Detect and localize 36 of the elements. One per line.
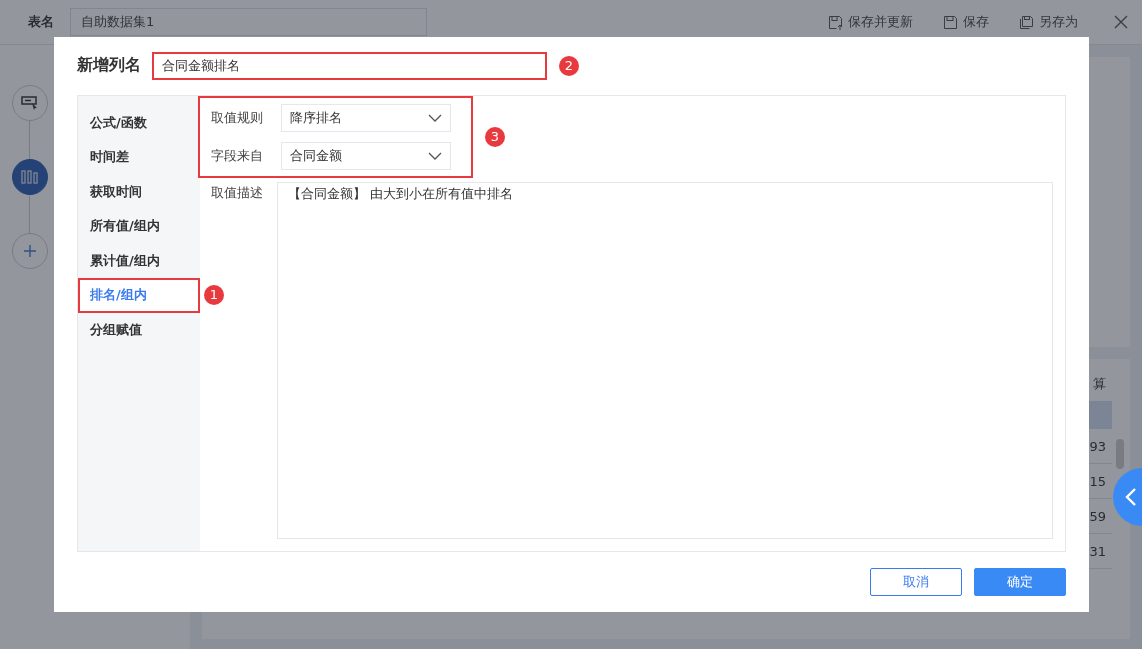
step-badge: 1 [204,285,224,306]
columns-icon [20,168,40,186]
table-name-field[interactable]: 自助数据集1 [70,8,427,36]
close-icon[interactable] [1114,15,1128,29]
category-item[interactable]: 公式/函数 [78,105,200,141]
category-item[interactable]: 累计值/组内 [78,243,200,279]
save-as-icon [1019,14,1034,30]
chevron-down-icon [428,151,442,160]
field-label: 取值描述 [211,183,264,202]
chevron-left-icon [1125,487,1137,507]
table-name-label: 表名 [28,13,54,31]
scrollbar[interactable] [1116,439,1124,469]
description-box: 【合同金额】 由大到小在所有值中排名 [277,181,1053,539]
step-node[interactable] [12,159,48,195]
dialog-title: 新增列名 [77,55,141,77]
chevron-down-icon [428,113,442,122]
dropdown[interactable]: 合同金额 [281,141,451,170]
category-item[interactable]: 获取时间 [78,174,200,210]
category-item[interactable]: 所有值/组内 [78,209,200,244]
input-icon [21,95,39,111]
field-label: 取值规则 [211,108,264,127]
save-icon [943,14,958,30]
save-icon [828,14,843,30]
step-badge: 3 [485,126,505,147]
cancel-button[interactable]: 取消 [870,568,962,596]
toolbar-button[interactable]: 保存 [943,13,989,31]
toolbar-button[interactable]: 另存为 [1019,13,1078,31]
plus-icon [23,244,37,258]
toolbar-button[interactable]: 保存并更新 [828,13,913,31]
step-badge: 2 [559,55,579,76]
category-item[interactable]: 时间差 [78,140,200,175]
field-label: 字段来自 [211,146,264,165]
column-header: 算 [1093,375,1106,393]
dropdown[interactable]: 降序排名 [281,103,451,132]
column-name-field[interactable]: 合同金额排名 [152,51,547,80]
category-item[interactable]: 分组赋值 [78,312,200,348]
